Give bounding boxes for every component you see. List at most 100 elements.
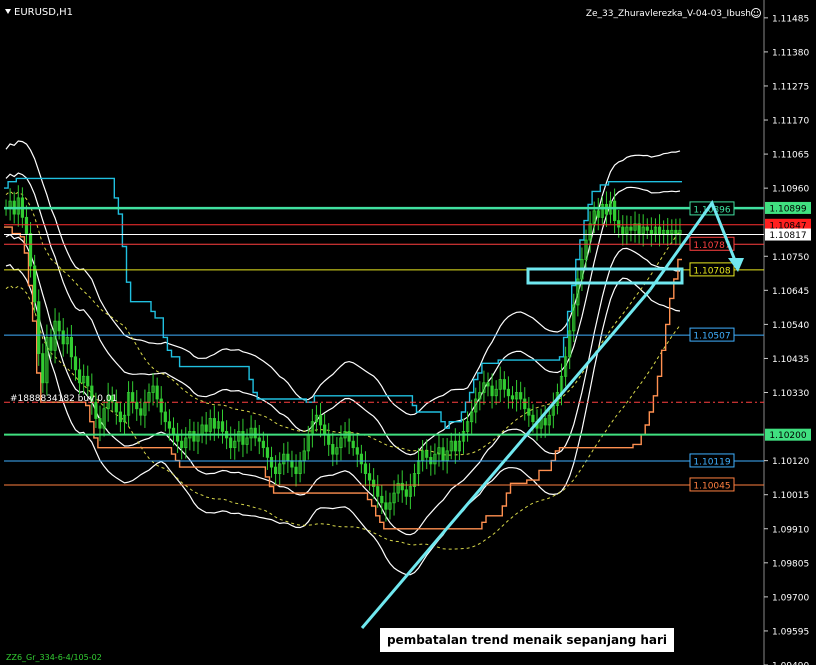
candle-body: [613, 200, 617, 221]
candle-body: [192, 431, 196, 442]
order-label: #1888834182 buy 0.01: [10, 394, 117, 404]
y-tick-label: 1.10645: [772, 287, 809, 297]
y-tick-label: 1.09490: [772, 662, 809, 665]
candle-body: [261, 440, 265, 449]
candle-body: [294, 466, 298, 475]
candle-body: [519, 392, 523, 400]
y-tick-label: 1.09910: [772, 525, 809, 535]
candle-body: [274, 466, 278, 475]
candle-body: [596, 210, 600, 218]
candle-body: [163, 411, 167, 423]
candle-body: [367, 473, 372, 481]
candle-body: [204, 424, 208, 432]
candle-body: [24, 216, 29, 234]
candle-body: [674, 229, 678, 234]
candle-body: [159, 398, 163, 413]
y-tick-label: 1.09805: [772, 559, 809, 569]
candle-body: [155, 385, 159, 400]
candle-body: [135, 401, 139, 410]
candle-body: [523, 398, 527, 410]
candle-body: [400, 482, 404, 491]
candle-body: [510, 395, 515, 400]
level-tag-label: 1.10045: [693, 481, 730, 491]
price-chart[interactable]: 1.108991.108961.108471.108171.107871.107…: [0, 0, 816, 665]
y-tick-label: 1.11170: [772, 117, 809, 127]
candle-body: [49, 336, 53, 351]
indicator-label: Ze_33_Zhuravlerezka_V-04-03_Ibush: [586, 9, 751, 19]
candle-body: [657, 226, 662, 234]
candle-body: [384, 502, 388, 510]
price-badge-label: 1.10817: [769, 231, 806, 241]
candle-body: [376, 486, 380, 497]
candle-body: [404, 489, 408, 497]
y-tick-label: 1.11380: [772, 48, 809, 58]
level-tag-label: 1.10507: [693, 332, 730, 342]
candle-body: [37, 301, 41, 354]
candle-body: [229, 437, 233, 449]
candle-body: [257, 437, 261, 442]
y-tick-label: 1.11485: [772, 14, 809, 24]
y-tick-label: 1.10015: [772, 491, 809, 501]
level-tag-label: 1.10787: [693, 241, 730, 251]
candle-body: [380, 495, 384, 504]
candle-body: [425, 450, 429, 458]
candle-body: [220, 421, 225, 432]
candle-body: [527, 408, 531, 416]
candle-body: [167, 421, 172, 429]
y-tick-label: 1.10750: [772, 253, 809, 263]
price-badge-label: 1.10200: [769, 431, 806, 441]
candle-body: [629, 226, 633, 231]
y-tick-label: 1.11065: [772, 151, 809, 161]
candle-body: [649, 229, 653, 234]
candle-body: [617, 220, 621, 228]
symbol-label: EURUSD,H1: [14, 7, 73, 18]
price-badge-label: 1.10899: [769, 204, 806, 214]
candle-body: [98, 418, 102, 429]
bottom-label: ZZ6_Gr_334-6-4/105-02: [6, 653, 102, 662]
candle-body: [41, 353, 45, 384]
candle-body: [441, 447, 445, 462]
candle-body: [331, 444, 335, 455]
candle-body: [28, 233, 33, 267]
candle-body: [94, 401, 98, 419]
candle-body: [502, 379, 506, 390]
level-tag-label: 1.10119: [693, 457, 730, 467]
candle-body: [543, 418, 547, 426]
y-tick-label: 1.10960: [772, 185, 809, 195]
candle-body: [61, 330, 65, 345]
candle-body: [351, 440, 355, 449]
y-tick-label: 1.11275: [772, 82, 809, 92]
candle-body: [645, 226, 649, 231]
candle-body: [621, 226, 625, 234]
candle-body: [253, 427, 257, 439]
y-tick-label: 1.10120: [772, 457, 809, 467]
candle-body: [77, 369, 82, 384]
candle-body: [359, 453, 363, 465]
candle-body: [241, 431, 245, 445]
candle-body: [490, 385, 494, 397]
candle-body: [327, 434, 331, 445]
candle-body: [57, 320, 61, 332]
candle-body: [265, 447, 270, 458]
candle-body: [453, 440, 457, 452]
candle-body: [666, 229, 670, 234]
y-tick-label: 1.09595: [772, 627, 809, 637]
level-tag-label: 1.10708: [693, 266, 730, 276]
candle-body: [531, 414, 535, 423]
y-tick-label: 1.09700: [772, 593, 809, 603]
candle-body: [33, 265, 37, 303]
candle-body: [73, 356, 78, 371]
candle-body: [355, 447, 359, 455]
candle-body: [131, 392, 135, 403]
candle-body: [486, 382, 490, 387]
candle-body: [86, 375, 90, 387]
candle-body: [139, 408, 143, 416]
candle-body: [506, 388, 511, 397]
y-tick-label: 1.10435: [772, 355, 809, 365]
candle-body: [118, 411, 123, 423]
y-tick-label: 1.10330: [772, 389, 809, 399]
y-tick-label: 1.10540: [772, 321, 809, 331]
candle-body: [363, 463, 368, 475]
candle-body: [290, 460, 294, 468]
candle-body: [323, 424, 327, 436]
